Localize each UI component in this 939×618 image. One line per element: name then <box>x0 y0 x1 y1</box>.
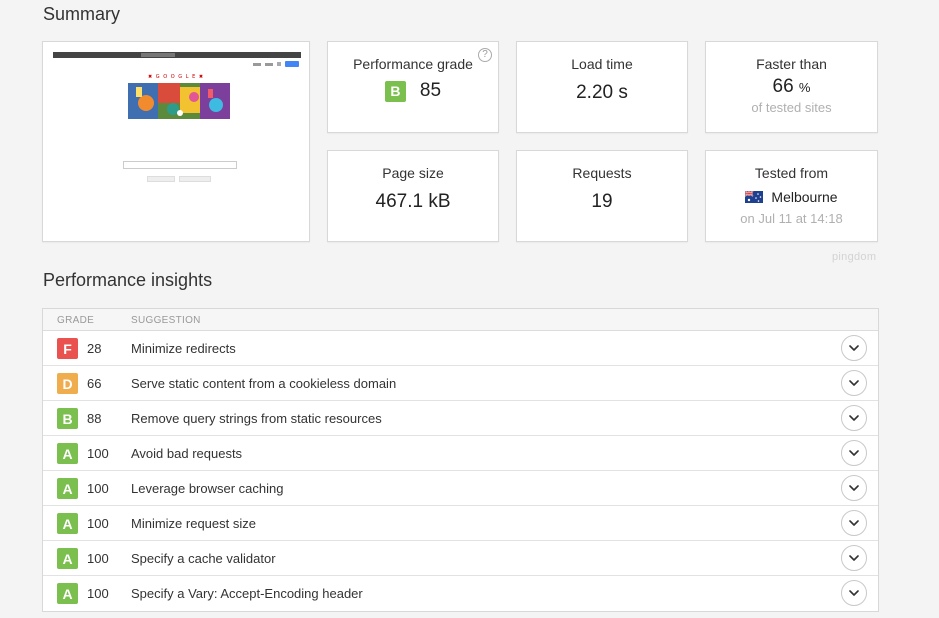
australia-flag-icon <box>745 191 764 203</box>
grade-badge: F <box>57 338 78 359</box>
chevron-down-icon <box>849 344 859 351</box>
table-row[interactable]: A 100 Avoid bad requests <box>43 436 878 471</box>
grade-badge: A <box>57 443 78 464</box>
suggestion-text: Minimize redirects <box>131 341 236 356</box>
grade-score: 100 <box>87 516 109 531</box>
chevron-down-icon <box>849 519 859 526</box>
expand-button[interactable] <box>841 335 867 361</box>
preview-doodle-image <box>128 83 230 119</box>
pingdom-logo: pingdom <box>832 251 877 263</box>
table-row[interactable]: A 100 Specify a Vary: Accept-Encoding head… <box>43 576 878 611</box>
grade-badge: B <box>57 408 78 429</box>
load-time-card: Load time 2.20 s <box>516 41 688 133</box>
expand-button[interactable] <box>841 580 867 606</box>
chevron-down-icon <box>849 379 859 386</box>
tested-from-location: Melbourne <box>771 189 838 205</box>
table-row[interactable]: D 66 Serve static content from a cookieles… <box>43 366 878 401</box>
grade-score: 100 <box>87 481 109 496</box>
table-row[interactable]: B 88 Remove query strings from static reso… <box>43 401 878 436</box>
help-circle-icon[interactable]: ? <box>478 48 492 62</box>
expand-button[interactable] <box>841 405 867 431</box>
grade-score: 28 <box>87 341 102 356</box>
suggestion-text: Minimize request size <box>131 516 256 531</box>
requests-card: Requests 19 <box>516 150 688 242</box>
expand-button[interactable] <box>841 510 867 536</box>
performance-grade-card: Performance grade ? B 85 <box>327 41 499 133</box>
page-size-value: 467.1 kB <box>375 191 451 212</box>
requests-value: 19 <box>591 191 613 212</box>
requests-label: Requests <box>572 165 632 181</box>
tested-from-location-row: Melbourne <box>706 189 877 205</box>
summary-heading: Summary <box>43 4 121 24</box>
expand-button[interactable] <box>841 440 867 466</box>
grade-badge: D <box>57 373 78 394</box>
grade-badge: A <box>57 513 78 534</box>
tested-from-label: Tested from <box>754 165 829 181</box>
preview-lucky-button <box>179 176 211 182</box>
load-time-label: Load time <box>571 56 633 72</box>
preview-search-box <box>123 161 237 169</box>
suggestion-text: Specify a Vary: Accept-Encoding header <box>131 586 363 601</box>
table-row[interactable]: A 100 Specify a cache validator <box>43 541 878 576</box>
grade-score: 66 <box>87 376 102 391</box>
insights-rows: F 28 Minimize redirects D 66 Serve static con… <box>43 331 878 611</box>
expand-button[interactable] <box>841 475 867 501</box>
expand-button[interactable] <box>841 370 867 396</box>
suggestion-column-header: SUGGESTION <box>131 315 201 326</box>
chevron-down-icon <box>849 589 859 596</box>
table-row[interactable]: F 28 Minimize redirects <box>43 331 878 366</box>
page-screenshot-preview[interactable]: ✖ G O O G L E ✖ <box>42 41 310 242</box>
faster-than-label: Faster than <box>756 56 827 72</box>
performance-score: 85 <box>419 80 442 101</box>
tested-from-card: Tested from Melbourne on Jul 11 at 14:18 <box>705 150 878 242</box>
preview-nav <box>253 61 299 67</box>
chevron-down-icon <box>849 484 859 491</box>
chevron-down-icon <box>849 554 859 561</box>
preview-notice-bar <box>53 52 301 58</box>
grade-column-header: GRADE <box>57 315 95 326</box>
expand-button[interactable] <box>841 545 867 571</box>
faster-than-unit: % <box>798 80 811 95</box>
performance-grade-value: B 85 <box>328 80 498 102</box>
faster-than-value: 66 <box>772 76 794 97</box>
page: Summary ✖ G O O G L E ✖ Performance grad… <box>0 0 939 618</box>
performance-grade-label: Performance grade <box>353 56 473 72</box>
faster-than-value-row: 66 % <box>706 76 877 98</box>
grade-badge: B <box>384 80 406 102</box>
insights-heading: Performance insights <box>43 270 213 290</box>
suggestion-text: Remove query strings from static resourc… <box>131 411 382 426</box>
faster-than-sub: of tested sites <box>751 100 832 115</box>
grade-score: 88 <box>87 411 102 426</box>
tested-from-date: on Jul 11 at 14:18 <box>740 211 843 226</box>
preview-search-button <box>147 176 175 182</box>
table-row[interactable]: A 100 Minimize request size <box>43 506 878 541</box>
page-size-label: Page size <box>382 165 444 181</box>
faster-than-card: Faster than 66 % of tested sites <box>705 41 878 133</box>
suggestion-text: Leverage browser caching <box>131 481 284 496</box>
grade-badge: A <box>57 583 78 604</box>
suggestion-text: Avoid bad requests <box>131 446 243 461</box>
chevron-down-icon <box>849 414 859 421</box>
grade-score: 100 <box>87 446 109 461</box>
grade-badge: A <box>57 478 78 499</box>
insights-table-header: GRADE SUGGESTION <box>43 309 878 331</box>
load-time-value: 2.20 s <box>576 82 628 103</box>
preview-logo: ✖ G O O G L E ✖ <box>147 74 205 80</box>
suggestion-text: Serve static content from a cookieless d… <box>131 376 397 391</box>
insights-table: GRADE SUGGESTION F 28 Minimize redirects D 6… <box>42 308 879 612</box>
chevron-down-icon <box>849 449 859 456</box>
grade-score: 100 <box>87 586 109 601</box>
grade-badge: A <box>57 548 78 569</box>
suggestion-text: Specify a cache validator <box>131 551 276 566</box>
table-row[interactable]: A 100 Leverage browser caching <box>43 471 878 506</box>
page-size-card: Page size 467.1 kB <box>327 150 499 242</box>
grade-score: 100 <box>87 551 109 566</box>
